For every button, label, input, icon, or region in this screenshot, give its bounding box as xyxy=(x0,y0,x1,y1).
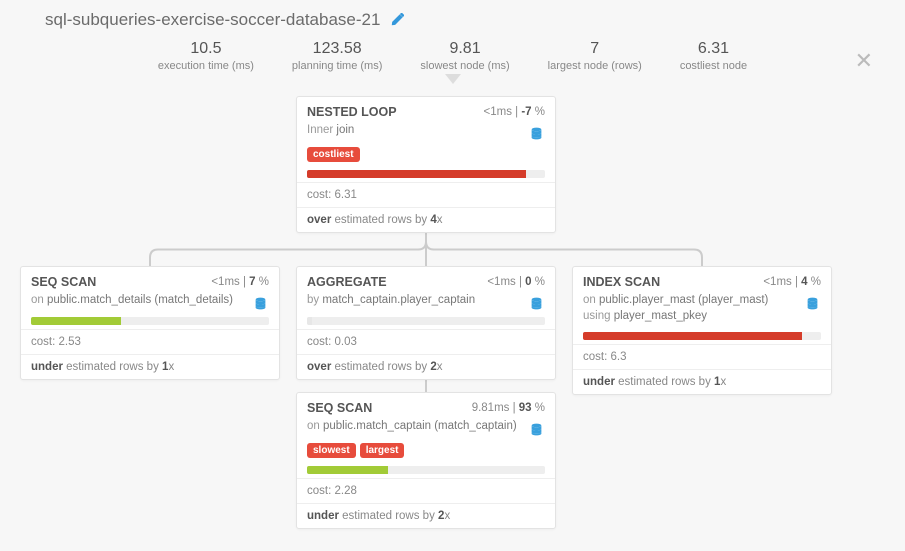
page-title: sql-subqueries-exercise-soccer-database-… xyxy=(45,10,380,30)
plan-node[interactable]: INDEX SCAN <1ms | 4 % on public.player_mas… xyxy=(572,266,832,395)
node-header: AGGREGATE <1ms | 0 % xyxy=(297,267,555,291)
node-timing: <1ms | 0 % xyxy=(487,276,545,288)
node-estimate: over estimated rows by 2x xyxy=(297,354,555,379)
edit-icon[interactable] xyxy=(390,13,404,27)
badge-largest: largest xyxy=(360,443,405,458)
stats-row: 10.5 execution time (ms) 123.58 planning… xyxy=(0,34,905,76)
stat-slowest-node: 9.81 slowest node (ms) xyxy=(420,40,509,72)
cost-bar xyxy=(297,315,555,329)
node-badges: slowest largest xyxy=(297,441,555,464)
close-icon[interactable]: ✕ xyxy=(855,48,873,74)
node-cost: cost: 0.03 xyxy=(297,329,555,354)
node-timing: <1ms | 4 % xyxy=(763,276,821,288)
node-op: AGGREGATE xyxy=(307,275,387,289)
node-header: SEQ SCAN 9.81ms | 93 % xyxy=(297,393,555,417)
node-sub: on public.match_details (match_details) xyxy=(21,291,279,315)
plan-node[interactable]: SEQ SCAN <1ms | 7 % on public.match_detail… xyxy=(20,266,280,380)
node-cost: cost: 2.53 xyxy=(21,329,279,354)
node-sub: on public.player_mast (player_mast)using… xyxy=(573,291,831,330)
cost-bar xyxy=(573,330,831,344)
database-icon xyxy=(530,127,543,140)
node-sub: by match_captain.player_captain xyxy=(297,291,555,315)
node-estimate: over estimated rows by 4x xyxy=(297,207,555,232)
cost-bar xyxy=(21,315,279,329)
node-estimate: under estimated rows by 1x xyxy=(573,369,831,394)
database-icon xyxy=(530,423,543,436)
node-timing: <1ms | 7 % xyxy=(211,276,269,288)
database-icon xyxy=(530,297,543,310)
node-op: SEQ SCAN xyxy=(307,401,372,415)
node-op: NESTED LOOP xyxy=(307,105,397,119)
cost-bar xyxy=(297,168,555,182)
stat-planning-time: 123.58 planning time (ms) xyxy=(292,40,382,72)
database-icon xyxy=(806,297,819,310)
node-op: SEQ SCAN xyxy=(31,275,96,289)
node-sub: on public.match_captain (match_captain) xyxy=(297,417,555,441)
node-op: INDEX SCAN xyxy=(583,275,660,289)
node-timing: 9.81ms | 93 % xyxy=(472,402,545,414)
node-cost: cost: 2.28 xyxy=(297,478,555,503)
badge-slowest: slowest xyxy=(307,443,356,458)
node-header: NESTED LOOP <1ms | -7 % xyxy=(297,97,555,121)
stat-execution-time: 10.5 execution time (ms) xyxy=(158,40,254,72)
node-timing: <1ms | -7 % xyxy=(484,106,545,118)
database-icon xyxy=(254,297,267,310)
title-bar: sql-subqueries-exercise-soccer-database-… xyxy=(0,0,905,34)
pointer-icon xyxy=(445,74,461,84)
plan-tree: NESTED LOOP <1ms | -7 % Inner join costlies… xyxy=(0,76,905,526)
node-cost: cost: 6.3 xyxy=(573,344,831,369)
node-estimate: under estimated rows by 1x xyxy=(21,354,279,379)
plan-node[interactable]: NESTED LOOP <1ms | -7 % Inner join costlies… xyxy=(296,96,556,233)
node-badges: costliest xyxy=(297,145,555,168)
cost-bar xyxy=(297,464,555,478)
badge-costliest: costliest xyxy=(307,147,360,162)
node-sub: Inner join xyxy=(297,121,555,145)
stat-largest-node: 7 largest node (rows) xyxy=(548,40,642,72)
plan-node[interactable]: SEQ SCAN 9.81ms | 93 % on public.match_cap… xyxy=(296,392,556,529)
node-cost: cost: 6.31 xyxy=(297,182,555,207)
node-estimate: under estimated rows by 2x xyxy=(297,503,555,528)
node-header: SEQ SCAN <1ms | 7 % xyxy=(21,267,279,291)
plan-node[interactable]: AGGREGATE <1ms | 0 % by match_captain.play… xyxy=(296,266,556,380)
stat-costliest-node: 6.31 costliest node xyxy=(680,40,747,72)
node-header: INDEX SCAN <1ms | 4 % xyxy=(573,267,831,291)
